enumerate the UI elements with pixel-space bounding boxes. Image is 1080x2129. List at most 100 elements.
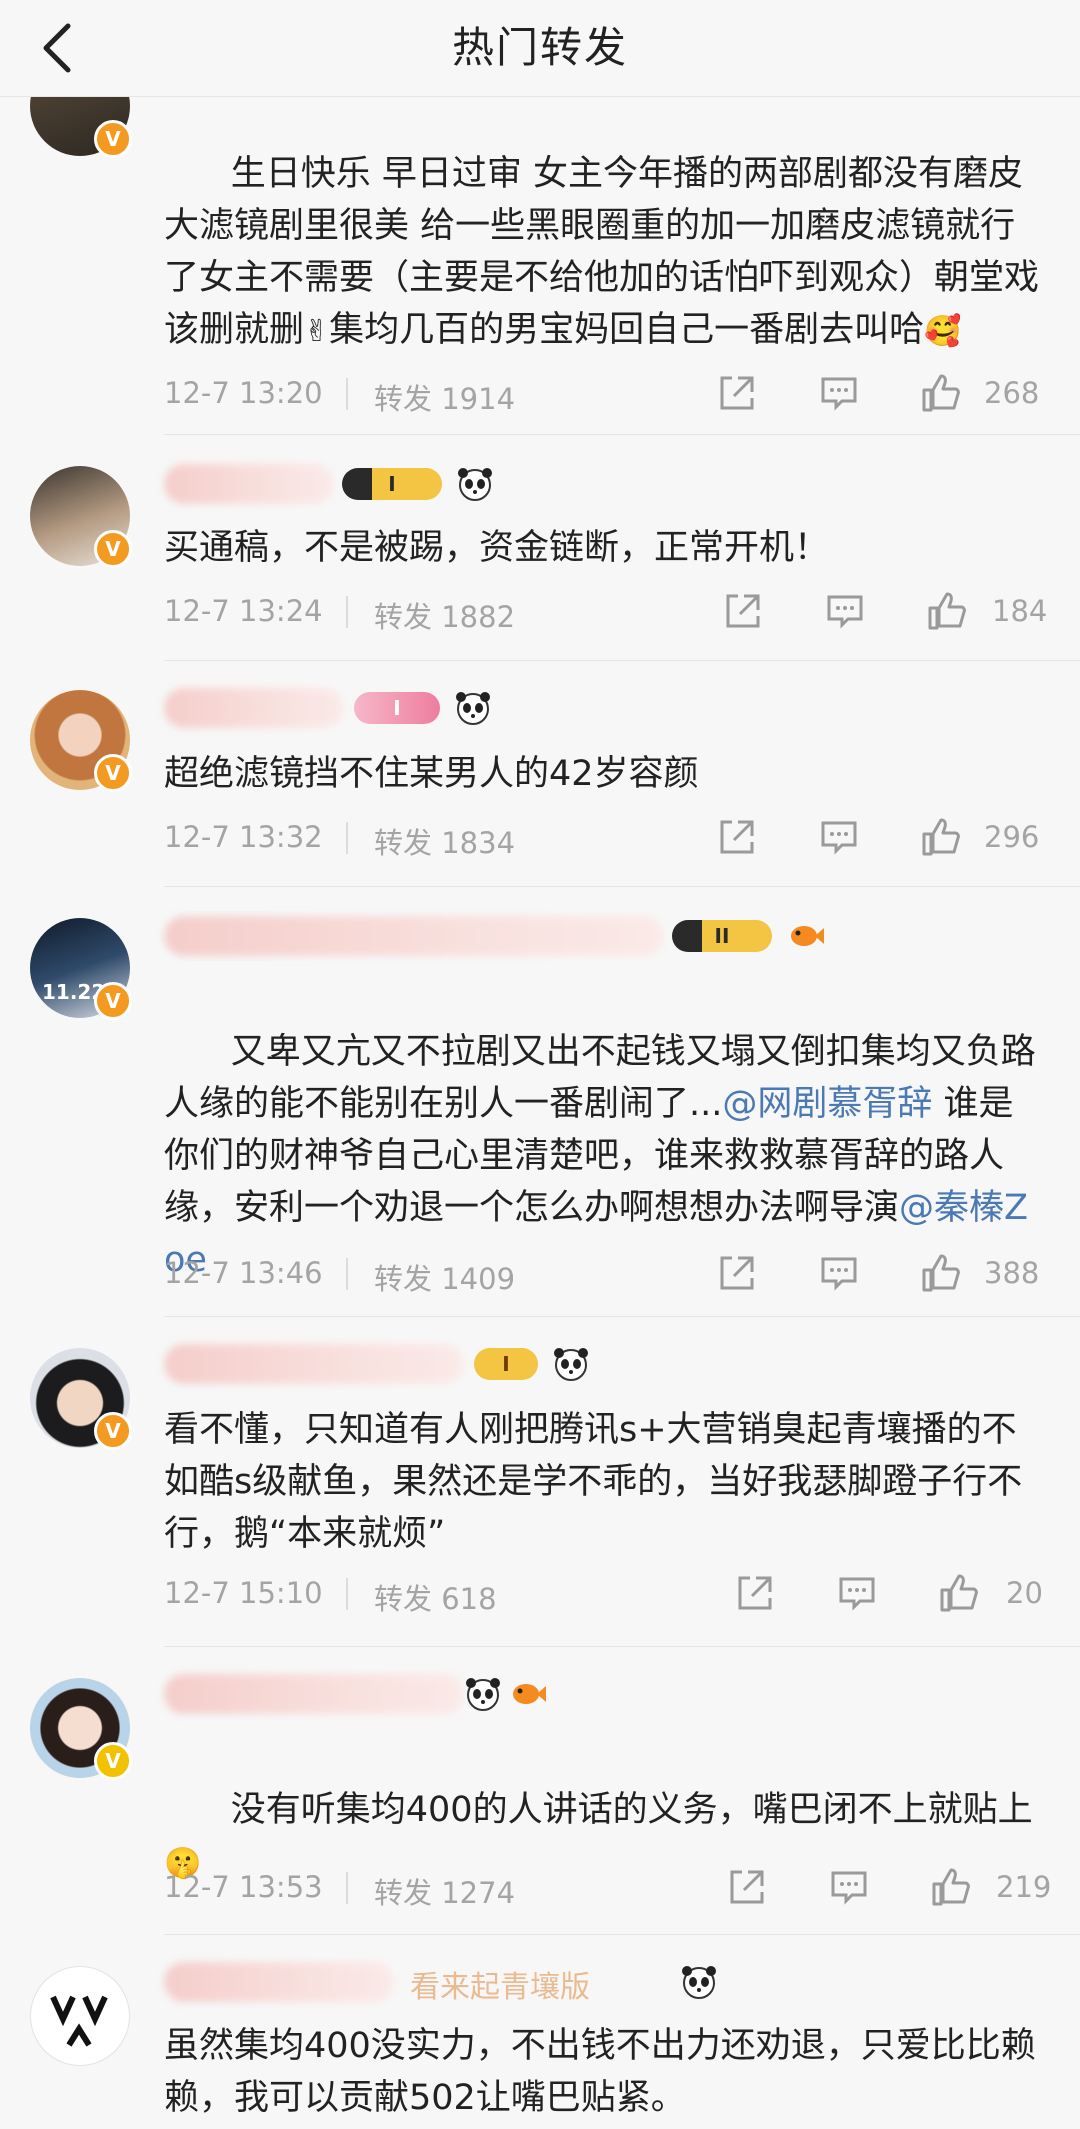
user-name[interactable]: I (164, 460, 684, 508)
list-item[interactable]: V 没有听集均400的人讲话的义务，嘴巴闭不上就贴上🤫 12-7 13:53 转… (0, 1648, 1080, 1936)
level-badge: I (354, 692, 440, 724)
comment-meta: 12-7 15:10 转发 618 20 (164, 1568, 1044, 1618)
share-icon[interactable] (722, 590, 764, 632)
repost-count[interactable]: 转发 1834 (374, 820, 515, 862)
repost-count[interactable]: 转发 1274 (374, 1870, 515, 1912)
mention-link[interactable]: @网剧慕胥辞 (722, 1084, 932, 1124)
comment-meta: 12-7 13:46 转发 1409 388 (164, 1248, 1044, 1298)
avatar[interactable]: 11.22 V (30, 918, 132, 1020)
verified-badge-icon: V (94, 754, 132, 792)
panda-icon (466, 1678, 500, 1711)
share-icon[interactable] (716, 372, 758, 414)
share-icon[interactable] (734, 1572, 776, 1614)
repost-count[interactable]: 转发 1409 (374, 1256, 515, 1298)
panda-icon (458, 468, 492, 501)
comment-text: 看不懂，只知道有人刚把腾讯s+大营销臭起青壤播的不如酷s级献鱼，果然还是学不乖的… (164, 1410, 1023, 1554)
comment-meta: 12-7 13:53 转发 1274 219 (164, 1862, 1051, 1912)
fish-icon (791, 926, 824, 946)
user-name[interactable] (164, 1670, 684, 1718)
user-name[interactable]: I (164, 1340, 684, 1388)
thumbs-up-icon[interactable] (920, 816, 962, 858)
user-name[interactable]: 看来起青壤版 (164, 1958, 764, 2006)
thumbs-up-icon[interactable] (920, 372, 962, 414)
level-badge: I (342, 468, 442, 500)
list-item[interactable]: 11.22 V II 又卑又亢又不拉剧又出不起钱又塌又倒扣集均又负路人缘的能不能… (0, 888, 1080, 1318)
repost-count[interactable]: 转发 618 (374, 1576, 497, 1618)
list-item[interactable]: V 生日快乐 早日过审 女主今年播的两部剧都没有磨皮大滤镜剧里很美 给一些黑眼圈… (0, 56, 1080, 436)
like-count: 268 (984, 376, 1040, 410)
blush-emoji-icon: 🥰 (924, 314, 962, 349)
nav-bar: 热门转发 (0, 0, 1080, 97)
timestamp: 12-7 15:10 (164, 1576, 323, 1610)
victory-emoji-icon: ✌ (304, 314, 330, 349)
comment-icon[interactable] (824, 590, 866, 632)
share-icon[interactable] (716, 1252, 758, 1294)
divider (164, 1934, 1080, 1935)
list-item[interactable]: V I 买通稿，不是被踢，资金链断，正常开机！ 12-7 13:24 转发 18… (0, 436, 1080, 662)
like-count: 184 (992, 594, 1048, 628)
comment-meta: 12-7 13:32 转发 1834 296 (164, 812, 1044, 862)
timestamp: 12-7 13:20 (164, 376, 323, 410)
comment-icon[interactable] (828, 1866, 870, 1908)
thumbs-up-icon[interactable] (930, 1866, 972, 1908)
divider (346, 822, 348, 854)
like-count: 219 (996, 1870, 1052, 1904)
divider (346, 596, 348, 628)
avatar[interactable]: V (30, 1348, 132, 1450)
comment-text: 买通稿，不是被踢，资金链断，正常开机！ (164, 528, 830, 568)
thumbs-up-icon[interactable] (920, 1252, 962, 1294)
comment-icon[interactable] (818, 1252, 860, 1294)
comment-icon[interactable] (818, 816, 860, 858)
comment-icon[interactable] (818, 372, 860, 414)
user-name[interactable]: I (164, 684, 684, 732)
divider (164, 660, 1080, 661)
verified-badge-icon: V (94, 1412, 132, 1450)
like-count: 388 (984, 1256, 1040, 1290)
comment-meta: 12-7 13:24 转发 1882 184 (164, 586, 1048, 636)
page-title: 热门转发 (451, 23, 628, 72)
verified-badge-icon: V (94, 530, 132, 568)
thumbs-up-icon[interactable] (926, 590, 968, 632)
panda-icon (554, 1348, 588, 1381)
divider (346, 1258, 348, 1290)
level-badge: II (672, 920, 772, 952)
divider (164, 434, 1080, 435)
thumbs-up-icon[interactable] (938, 1572, 980, 1614)
list-item[interactable]: 看来起青壤版 虽然集均400没实力，不出钱不出力还劝退，只爱比比赖赖，我可以贡献… (0, 1936, 1080, 2129)
comment-meta: 12-7 13:20 转发 1914 268 (164, 368, 1044, 418)
user-name-tail: 看来起青壤版 (410, 1970, 590, 2005)
divider (346, 378, 348, 410)
divider (346, 1872, 348, 1904)
avatar[interactable]: V (30, 690, 132, 792)
verified-badge-icon: V (94, 982, 132, 1020)
like-count: 20 (1006, 1576, 1043, 1610)
verified-badge-icon: V (94, 120, 132, 158)
list-item[interactable]: V I 看不懂，只知道有人刚把腾讯s+大营销臭起青壤播的不如酷s级献鱼，果然还是… (0, 1318, 1080, 1648)
repost-count[interactable]: 转发 1914 (374, 376, 515, 418)
timestamp: 12-7 13:53 (164, 1870, 323, 1904)
divider (164, 886, 1080, 887)
timestamp: 12-7 13:32 (164, 820, 323, 854)
divider (346, 1578, 348, 1610)
verified-badge-icon: V (94, 1742, 132, 1780)
share-icon[interactable] (726, 1866, 768, 1908)
comment-icon[interactable] (836, 1572, 878, 1614)
avatar[interactable]: V (30, 1678, 132, 1780)
share-icon[interactable] (716, 816, 758, 858)
timestamp: 12-7 13:46 (164, 1256, 323, 1290)
repost-count[interactable]: 转发 1882 (374, 594, 515, 636)
avatar[interactable] (30, 1966, 130, 2066)
timestamp: 12-7 13:24 (164, 594, 323, 628)
list-item[interactable]: V I 超绝滤镜挡不住某男人的42岁容颜 12-7 13:32 转发 1834 … (0, 662, 1080, 888)
fish-icon (513, 1684, 546, 1704)
divider (164, 1316, 1080, 1317)
comment-text: 生日快乐 早日过审 女主今年播的两部剧都没有磨皮大滤镜剧里很美 给一些黑眼圈重的… (164, 154, 1040, 350)
panda-icon (456, 692, 490, 725)
avatar[interactable]: V (30, 466, 132, 568)
divider (164, 1646, 1080, 1647)
comment-text: 超绝滤镜挡不住某男人的42岁容颜 (164, 754, 699, 794)
user-name[interactable]: II (164, 912, 864, 960)
comment-text: 虽然集均400没实力，不出钱不出力还劝退，只爱比比赖赖，我可以贡献502让嘴巴贴… (164, 2026, 1036, 2118)
like-count: 296 (984, 820, 1040, 854)
level-badge: I (474, 1348, 538, 1380)
